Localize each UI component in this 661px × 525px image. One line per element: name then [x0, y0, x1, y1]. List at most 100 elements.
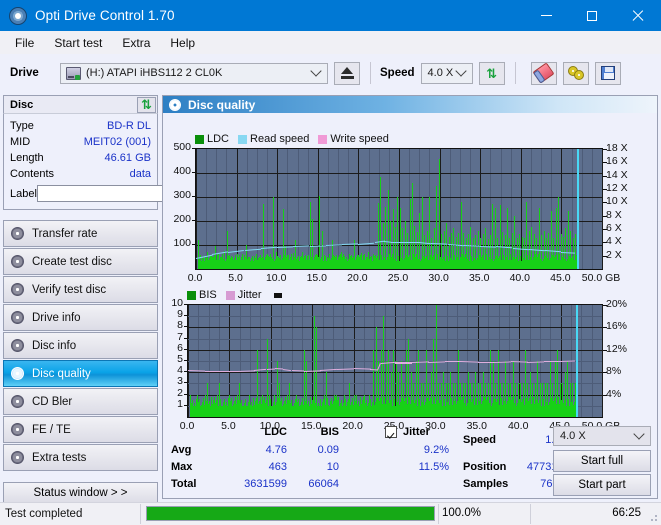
y2-axis-tick-label: 2 X	[606, 248, 622, 261]
start-full-button[interactable]: Start full	[553, 450, 651, 472]
y-axis-tick-label: 7	[177, 330, 183, 343]
gridline-vertical	[267, 149, 268, 269]
end-of-disc-marker	[577, 149, 579, 269]
gridline-horizontal	[196, 197, 602, 198]
y2-axis-tick	[603, 175, 607, 177]
x-axis-tick-label: 30.0	[428, 272, 449, 284]
gridline-vertical	[257, 149, 258, 269]
sidebar-item-transfer-rate[interactable]: Transfer rate	[3, 220, 158, 247]
stats-row-label-avg: Avg	[171, 444, 192, 456]
menu-help[interactable]: Help	[161, 33, 204, 53]
sidebar-item-disc-quality[interactable]: Disc quality	[3, 360, 158, 387]
y-axis-tick-label: 500	[173, 141, 191, 153]
chart-line-segment	[204, 370, 222, 372]
disc-tools-button[interactable]	[562, 61, 589, 85]
y-axis-tick	[192, 196, 196, 197]
disc-refresh-button[interactable]: ⇅	[137, 96, 156, 113]
y-axis-tick	[184, 315, 188, 317]
disc-quality-icon	[169, 98, 181, 111]
legend-swatch	[187, 290, 196, 300]
sidebar-item-create-test-disc[interactable]: Create test disc	[3, 248, 158, 275]
sidebar-item-fe-te[interactable]: FE / TE	[3, 416, 158, 443]
speed-stat-label: Speed	[463, 434, 497, 446]
x-axis-tick-label: 10.0	[265, 272, 287, 284]
menu-start-test[interactable]: Start test	[45, 33, 111, 53]
chart-line-segment	[477, 361, 495, 363]
y2-axis-tick	[603, 149, 607, 150]
chart-line-segment	[309, 244, 326, 248]
x-axis-tick-label: 0.0	[187, 272, 203, 284]
gridline-vertical	[348, 149, 349, 269]
y2-axis-tick-label: 18 X	[606, 142, 628, 154]
y2-axis-tick-label: 10 X	[606, 195, 628, 208]
resize-grip[interactable]	[648, 512, 658, 522]
refresh-button[interactable]: ⇅	[478, 61, 505, 85]
disc-panel-title: Disc	[10, 98, 34, 111]
stats-jitter-max: 11.5%	[418, 461, 449, 473]
disc-contents-label: Contents	[10, 168, 55, 180]
disc-info-icon	[11, 339, 24, 352]
save-button[interactable]	[594, 61, 621, 85]
disc-bler-icon	[11, 395, 24, 408]
status-window-button[interactable]: Status window > >	[3, 482, 158, 504]
start-part-button[interactable]: Start part	[553, 474, 651, 496]
chart1-plot-area	[195, 148, 603, 270]
y-axis-tick	[184, 360, 188, 361]
chevron-down-icon	[310, 65, 322, 77]
menu-extra[interactable]: Extra	[113, 33, 159, 53]
gridline-vertical	[602, 149, 603, 269]
close-icon	[632, 10, 644, 22]
refresh-icon: ⇅	[141, 97, 152, 112]
statusbar-divider-3	[530, 504, 531, 524]
menu-file[interactable]: File	[6, 33, 43, 53]
y2-axis-tick	[603, 394, 607, 396]
stats-bis-total: 66064	[308, 478, 339, 490]
y-axis-tick	[192, 148, 196, 149]
chart-bar	[316, 327, 317, 417]
chart-line-segment	[461, 361, 478, 363]
legend-entry-read-speed: Read speed	[238, 133, 309, 145]
sidebar-item-label: Drive info	[32, 311, 81, 324]
sidebar-item-drive-info[interactable]: Drive info	[3, 304, 158, 331]
sidebar-item-disc-info[interactable]: Disc info	[3, 332, 158, 359]
x-axis-tick-label: 15.0	[306, 272, 328, 284]
sidebar-item-verify-test-disc[interactable]: Verify test disc	[3, 276, 158, 303]
y2-axis-tick-label: 12 X	[606, 182, 628, 194]
y2-axis-tick-label: 14 X	[606, 168, 628, 181]
panel-header: Disc quality	[163, 96, 657, 113]
gridline-vertical	[582, 149, 583, 269]
close-button[interactable]	[615, 0, 661, 31]
maximize-button[interactable]	[569, 0, 615, 31]
chevron-down-icon	[633, 428, 645, 440]
speed-select[interactable]: 4.0 X	[420, 62, 473, 84]
disc-panel-body: Type BD-R DL MID MEIT02 (001) Length 46.…	[3, 113, 239, 210]
status-bar: Test completed 100.0% 66:25	[0, 502, 661, 525]
drive-select[interactable]: (H:) ATAPI iHBS112 2 CL0K	[60, 62, 328, 84]
chart-line-segment	[237, 369, 255, 372]
chart-line-segment	[560, 360, 575, 363]
test-speed-select[interactable]: 4.0 X	[553, 426, 651, 446]
refresh-icon: ⇅	[486, 65, 497, 81]
disc-extra-icon	[11, 451, 24, 464]
disc-row-mid: MID MEIT02 (001)	[10, 134, 151, 150]
gridline-vertical	[298, 149, 299, 269]
sidebar-item-cd-bler[interactable]: CD Bler	[3, 388, 158, 415]
eject-button[interactable]	[334, 61, 360, 85]
stats-bis-max: 10	[326, 461, 339, 473]
sidebar-nav: Transfer rate Create test disc Verify te…	[3, 220, 158, 471]
legend-entry-jitter: Jitter	[225, 289, 262, 301]
chevron-down-icon	[454, 65, 467, 77]
stats-panel: LDC BIS Jitter Avg Max Total 4.76 463 36…	[163, 424, 657, 498]
x-axis-tick-label: 20.0	[347, 272, 368, 284]
disc-row-length: Length 46.61 GB	[10, 150, 151, 166]
stats-row-label-total: Total	[171, 478, 197, 490]
jitter-checkbox[interactable]	[385, 426, 397, 438]
chart-bar	[273, 197, 274, 269]
chart-line-segment	[395, 362, 412, 364]
chart-bar	[314, 316, 315, 417]
progress-percent: 100.0%	[442, 507, 482, 519]
chart-line-segment	[444, 361, 462, 363]
erase-button[interactable]	[530, 61, 557, 85]
sidebar-item-extra-tests[interactable]: Extra tests	[3, 444, 158, 471]
minimize-button[interactable]	[523, 0, 569, 31]
